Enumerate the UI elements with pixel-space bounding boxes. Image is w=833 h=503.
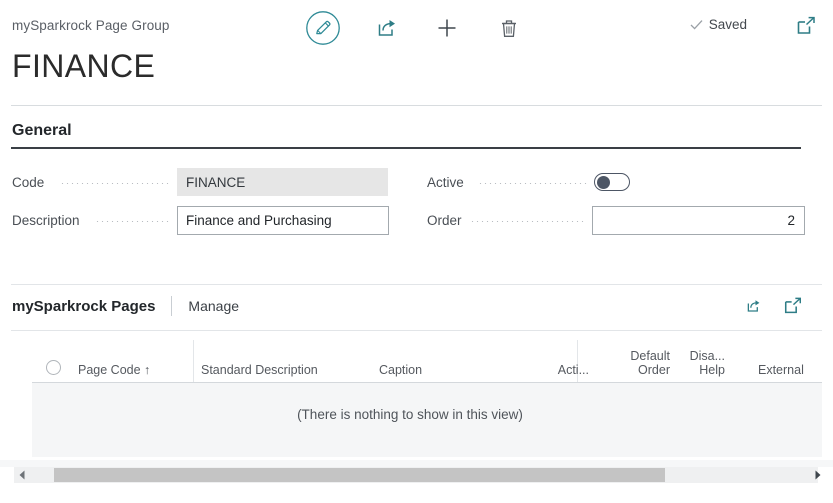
active-dotted-leader xyxy=(478,183,588,184)
column-header-disable-help[interactable]: Disa... Help xyxy=(677,349,725,377)
share-icon xyxy=(747,300,760,312)
column-header-label-line1: Disa... xyxy=(689,349,725,363)
edit-button[interactable] xyxy=(300,5,345,50)
subpage-expand-button[interactable] xyxy=(783,296,803,321)
trash-icon xyxy=(501,19,516,37)
page-title: FINANCE xyxy=(12,48,156,84)
empty-state-message: (There is nothing to show in this view) xyxy=(297,407,523,422)
scrollbar-band xyxy=(0,460,833,467)
select-all-radio[interactable] xyxy=(46,360,61,375)
share-icon xyxy=(378,19,395,36)
table-header-row: Page Code ↑ Standard Description Caption… xyxy=(32,337,822,383)
column-header-label-line2: Order xyxy=(638,363,670,377)
top-toolbar: mySparkrock Page Group Saved xyxy=(0,0,833,52)
code-field-label: Code xyxy=(12,175,45,190)
column-header-default-order[interactable]: Default Order xyxy=(610,349,670,377)
save-status-label: Saved xyxy=(708,17,747,32)
column-header-caption[interactable]: Caption xyxy=(379,363,422,377)
code-input[interactable] xyxy=(177,168,388,196)
open-in-new-window-icon xyxy=(784,297,801,314)
tab-manage[interactable]: Manage xyxy=(188,298,239,314)
code-dotted-leader xyxy=(60,183,170,184)
page-root: mySparkrock Page Group Saved FINANCE Gen… xyxy=(0,0,833,503)
new-button[interactable] xyxy=(424,5,469,50)
column-header-label: Page Code xyxy=(78,363,141,377)
subpage-share-button[interactable] xyxy=(743,296,763,321)
order-input[interactable] xyxy=(592,206,805,235)
column-header-standard-description[interactable]: Standard Description xyxy=(201,363,318,377)
subpage-tab-divider xyxy=(171,296,173,316)
scroll-right-button[interactable] xyxy=(810,467,826,483)
active-field-label: Active xyxy=(427,175,464,190)
triangle-right-icon xyxy=(815,470,821,480)
delete-button[interactable] xyxy=(486,5,531,50)
column-header-label-line2: Help xyxy=(699,363,725,377)
save-status: Saved xyxy=(689,17,747,32)
order-field-label: Order xyxy=(427,213,462,228)
table-body: (There is nothing to show in this view) xyxy=(32,383,822,457)
sort-ascending-icon: ↑ xyxy=(144,363,151,377)
scroll-left-button[interactable] xyxy=(14,467,30,483)
share-button[interactable] xyxy=(363,5,408,50)
breadcrumb[interactable]: mySparkrock Page Group xyxy=(12,18,170,33)
description-input[interactable] xyxy=(177,206,389,235)
horizontal-scrollbar[interactable] xyxy=(14,467,821,483)
triangle-left-icon xyxy=(19,470,25,480)
pages-table: Page Code ↑ Standard Description Caption… xyxy=(32,337,822,457)
subpage-bottom-divider xyxy=(11,330,822,331)
subpage-title: mySparkrock Pages xyxy=(12,297,156,315)
description-field-label: Description xyxy=(12,213,80,228)
column-separator xyxy=(193,340,194,382)
plus-icon xyxy=(438,19,455,36)
general-section-title: General xyxy=(12,122,72,139)
subpage-icon-group xyxy=(743,296,803,321)
subpage-tab-bar: mySparkrock Pages Manage xyxy=(12,296,239,316)
active-toggle[interactable] xyxy=(594,173,630,191)
scrollbar-thumb[interactable] xyxy=(54,468,665,482)
open-in-new-window-button[interactable] xyxy=(795,15,817,42)
open-in-new-window-icon xyxy=(797,16,815,34)
order-dotted-leader xyxy=(470,221,585,222)
column-header-page-code[interactable]: Page Code ↑ xyxy=(78,363,150,377)
pencil-edit-icon xyxy=(305,10,340,45)
column-header-label-line1: Default xyxy=(630,349,670,363)
check-icon xyxy=(690,20,703,30)
title-divider xyxy=(11,105,822,106)
description-dotted-leader xyxy=(95,221,170,222)
subpage-top-divider xyxy=(11,284,822,285)
column-header-active[interactable]: Acti... xyxy=(529,363,589,377)
general-section-divider xyxy=(11,147,801,149)
active-toggle-knob xyxy=(596,175,610,189)
column-header-external[interactable]: External xyxy=(758,363,804,377)
